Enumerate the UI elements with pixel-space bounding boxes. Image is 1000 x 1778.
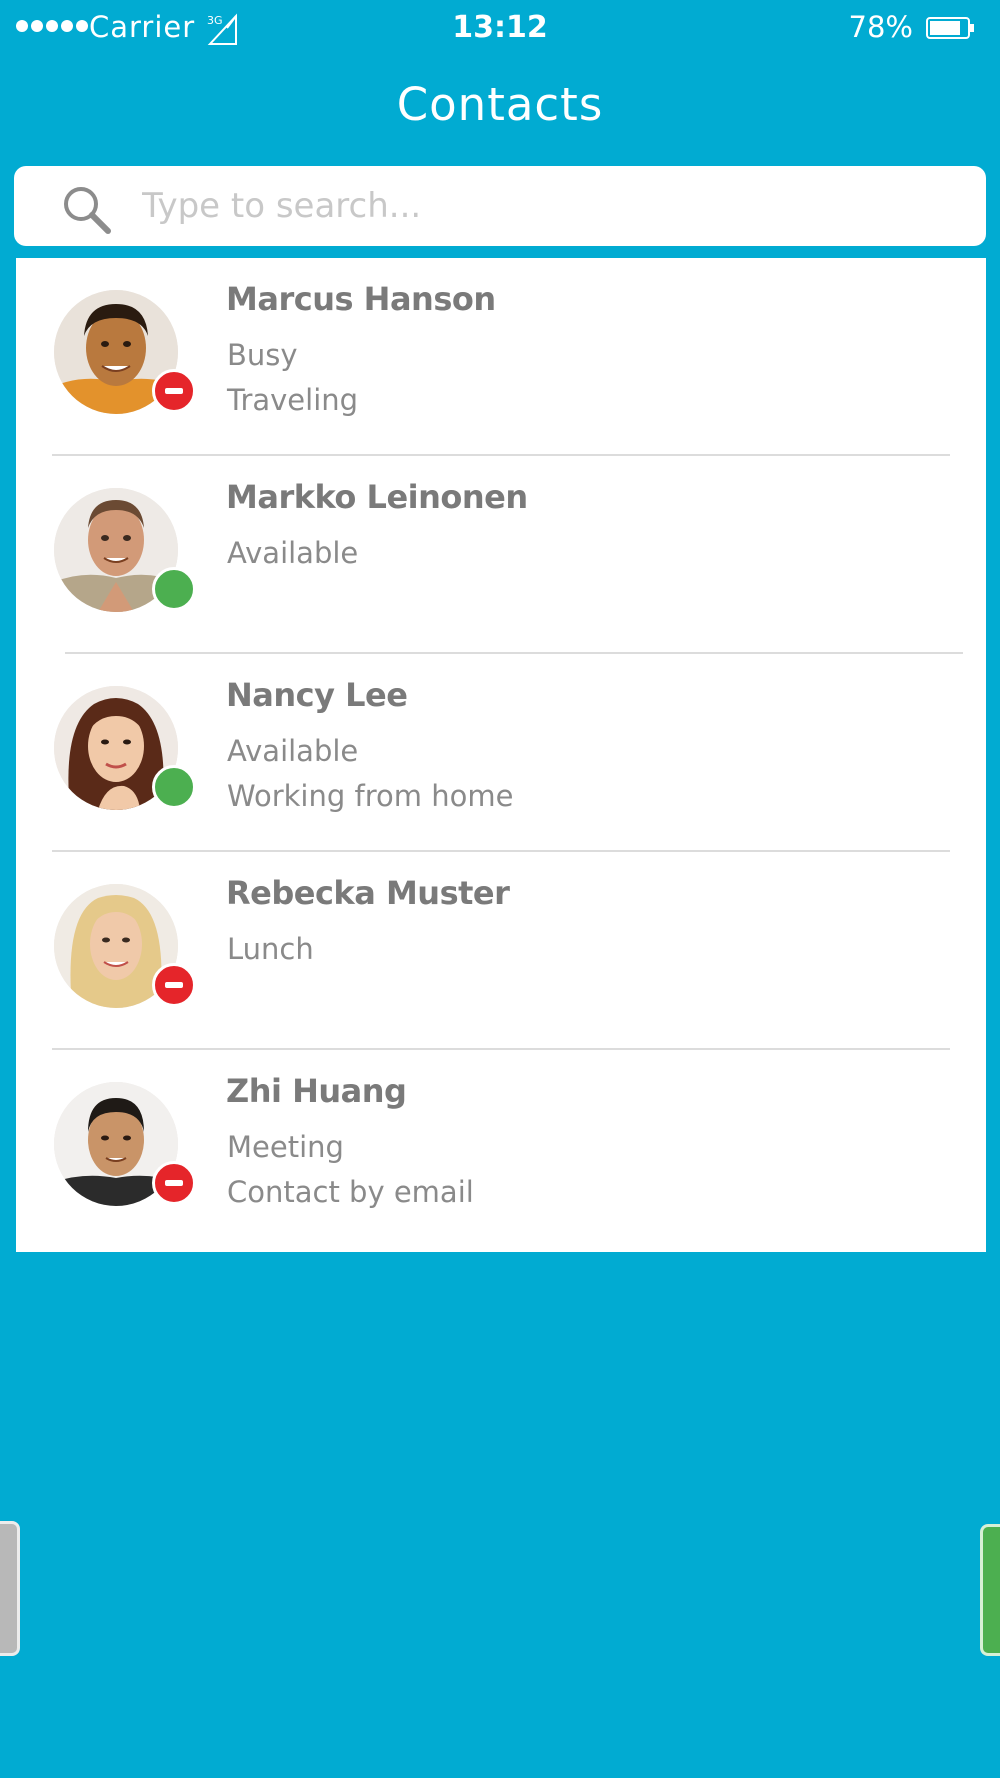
- contact-row-rebecka-muster[interactable]: Rebecka Muster Lunch: [16, 852, 986, 1050]
- contact-row-zhi-huang[interactable]: Zhi Huang Meeting Contact by email: [16, 1050, 986, 1248]
- left-drawer-handle[interactable]: [0, 1521, 20, 1656]
- battery-icon: [926, 17, 974, 39]
- contact-name: Zhi Huang: [226, 1072, 407, 1110]
- contact-row-nancy-lee[interactable]: Nancy Lee Available Working from home: [16, 654, 986, 852]
- available-status-icon: [152, 567, 196, 611]
- avatar-container: [54, 1082, 196, 1212]
- contact-name: Marcus Hanson: [226, 280, 496, 318]
- contact-note: Working from home: [227, 779, 514, 813]
- status-bar: Carrier 3G 13:12 78%: [0, 0, 1000, 56]
- busy-status-icon: [152, 1161, 196, 1205]
- busy-status-icon: [152, 369, 196, 413]
- contact-row-markko-leinonen[interactable]: Markko Leinonen Available: [16, 456, 986, 654]
- search-bar[interactable]: [14, 166, 986, 246]
- avatar-container: [54, 686, 196, 816]
- contact-row-marcus-hanson[interactable]: Marcus Hanson Busy Traveling: [16, 258, 986, 456]
- contact-name: Markko Leinonen: [226, 478, 528, 516]
- avatar-container: [54, 488, 196, 618]
- contact-status: Available: [227, 536, 359, 570]
- contact-name: Nancy Lee: [226, 676, 408, 714]
- page-title: Contacts: [396, 78, 604, 131]
- contact-status: Lunch: [227, 932, 314, 966]
- avatar-container: [54, 884, 196, 1014]
- contact-note: Contact by email: [227, 1175, 474, 1209]
- contact-name: Rebecka Muster: [226, 874, 510, 912]
- busy-status-icon: [152, 963, 196, 1007]
- available-status-icon: [152, 765, 196, 809]
- contact-status: Meeting: [227, 1130, 344, 1164]
- contact-status: Available: [227, 734, 359, 768]
- battery-percentage: 78%: [848, 10, 913, 44]
- contact-status: Busy: [227, 338, 298, 372]
- right-drawer-handle[interactable]: [980, 1524, 1000, 1656]
- search-icon: [64, 187, 111, 234]
- contact-note: Traveling: [227, 383, 359, 417]
- contacts-list: Marcus Hanson Busy Traveling Markko Lein…: [16, 258, 986, 1252]
- avatar-container: [54, 290, 196, 420]
- search-input[interactable]: [126, 176, 978, 236]
